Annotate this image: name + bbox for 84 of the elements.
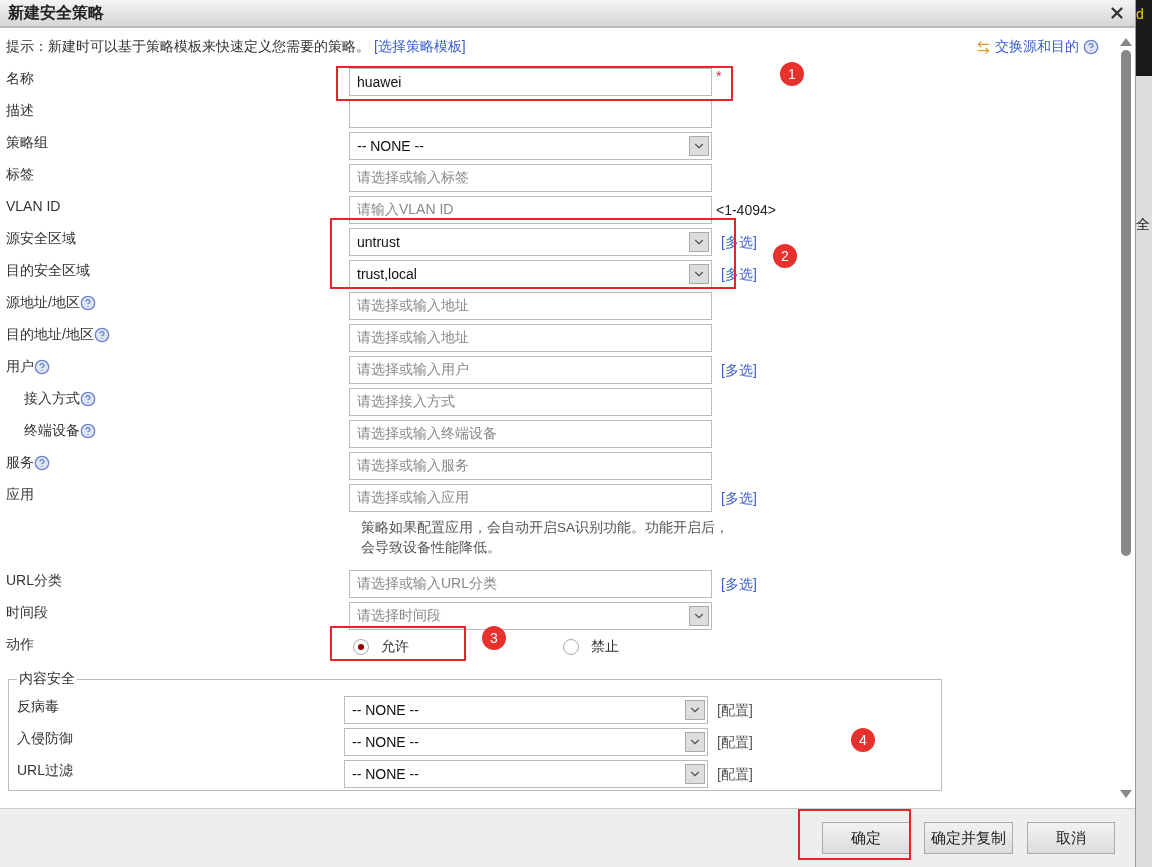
help-icon[interactable]	[34, 359, 50, 375]
input-field[interactable]: 请选择或输入标签	[349, 164, 712, 192]
dropdown-field[interactable]: -- NONE --	[344, 696, 708, 724]
chevron-down-icon[interactable]	[689, 232, 709, 252]
help-icon[interactable]	[93, 327, 110, 343]
field-label: 源安全区域	[6, 230, 76, 248]
window-title: 新建安全策略	[8, 2, 104, 23]
swap-arrows-icon[interactable]	[976, 39, 991, 55]
field-label: 用户	[6, 358, 34, 376]
dialog-button[interactable]: 确定并复制	[924, 822, 1013, 854]
field-label: 应用	[6, 486, 34, 504]
dropdown-field[interactable]: -- NONE --	[344, 728, 708, 756]
input-field[interactable]: 请选择或输入终端设备	[349, 420, 712, 448]
dropdown-field[interactable]: -- NONE --	[344, 760, 708, 788]
radio-option[interactable]: 禁止	[559, 638, 619, 656]
note-text: 策略如果配置应用，会自动开启SA识别功能。功能开启后，会导致设备性能降低。	[360, 519, 730, 557]
range-hint: <1-4094>	[716, 202, 776, 218]
field-label: 名称	[6, 70, 34, 88]
scroll-down-icon	[1120, 790, 1132, 798]
field-label: 时间段	[6, 604, 48, 622]
field-label: VLAN ID	[6, 198, 61, 214]
scrollbar-thumb[interactable]	[1121, 50, 1131, 556]
help-icon[interactable]	[34, 455, 50, 471]
input-field[interactable]: 请输入VLAN ID	[349, 196, 712, 224]
swap-link[interactable]: 交换源和目的	[976, 38, 1099, 56]
help-icon[interactable]	[80, 423, 96, 439]
template-link[interactable]: [选择策略模板]	[373, 38, 466, 54]
chevron-down-icon[interactable]	[689, 136, 709, 156]
dialog-button[interactable]: 取消	[1027, 822, 1115, 854]
dropdown-field[interactable]: -- NONE --	[349, 132, 712, 160]
multi-select-link[interactable]: [多选]	[721, 576, 757, 594]
input-field[interactable]	[349, 100, 712, 128]
annotation-number: 3	[482, 626, 506, 650]
config-link[interactable]: [配置]	[717, 734, 753, 752]
field-label: 动作	[6, 636, 34, 654]
multi-select-link[interactable]: [多选]	[721, 362, 757, 380]
input-field[interactable]: 请选择或输入URL分类	[349, 570, 712, 598]
annotation-number: 4	[851, 728, 875, 752]
chevron-down-icon[interactable]	[685, 700, 705, 720]
radio-button[interactable]	[563, 639, 579, 655]
dialog-button[interactable]: 确定	[822, 822, 910, 854]
field-label: 入侵防御	[17, 730, 73, 748]
help-icon[interactable]	[80, 391, 96, 407]
input-field[interactable]: 请选择或输入服务	[349, 452, 712, 480]
chevron-down-icon[interactable]	[689, 606, 709, 626]
field-label: 标签	[6, 166, 34, 184]
radio-button[interactable]	[353, 639, 369, 655]
chevron-down-icon[interactable]	[685, 732, 705, 752]
field-label: 反病毒	[17, 698, 59, 716]
scroll-up-icon	[1120, 38, 1132, 46]
input-field[interactable]: 请选择接入方式	[349, 388, 712, 416]
input-field[interactable]: 请选择或输入地址	[349, 324, 712, 352]
field-label: URL分类	[6, 572, 62, 590]
help-icon[interactable]	[1083, 39, 1099, 55]
field-label: 源地址/地区	[6, 294, 80, 312]
chevron-down-icon[interactable]	[689, 264, 709, 284]
dropdown-field[interactable]: untrust	[349, 228, 712, 256]
input-field[interactable]: 请选择或输入地址	[349, 292, 712, 320]
config-link[interactable]: [配置]	[717, 702, 753, 720]
background-text: 全	[1136, 216, 1151, 234]
field-label: 服务	[6, 454, 34, 472]
field-label: URL过滤	[17, 762, 73, 780]
field-label: 接入方式	[24, 390, 80, 408]
field-label: 终端设备	[24, 422, 80, 440]
chevron-down-icon[interactable]	[685, 764, 705, 784]
hint-text: 提示：新建时可以基于策略模板来快速定义您需要的策略。 [选择策略模板]	[6, 38, 466, 56]
annotation-number: 1	[780, 62, 804, 86]
help-icon[interactable]	[79, 295, 96, 311]
field-label: 策略组	[6, 134, 48, 152]
input-field[interactable]: 请选择或输入用户	[349, 356, 712, 384]
input-field[interactable]: huawei	[349, 68, 712, 96]
input-field[interactable]: 请选择或输入应用	[349, 484, 712, 512]
group-title: 内容安全	[18, 670, 76, 688]
config-link[interactable]: [配置]	[717, 766, 753, 784]
background-window: d	[1136, 0, 1152, 76]
dropdown-field[interactable]: trust,local	[349, 260, 712, 288]
required-mark: *	[716, 68, 722, 84]
field-label: 描述	[6, 102, 34, 120]
field-label: 目的地址/地区	[6, 326, 94, 344]
radio-option[interactable]: 允许	[349, 638, 409, 656]
field-label: 目的安全区域	[6, 262, 90, 280]
annotation-number: 2	[773, 244, 797, 268]
multi-select-link[interactable]: [多选]	[721, 490, 757, 508]
dropdown-field[interactable]: 请选择时间段	[349, 602, 712, 630]
